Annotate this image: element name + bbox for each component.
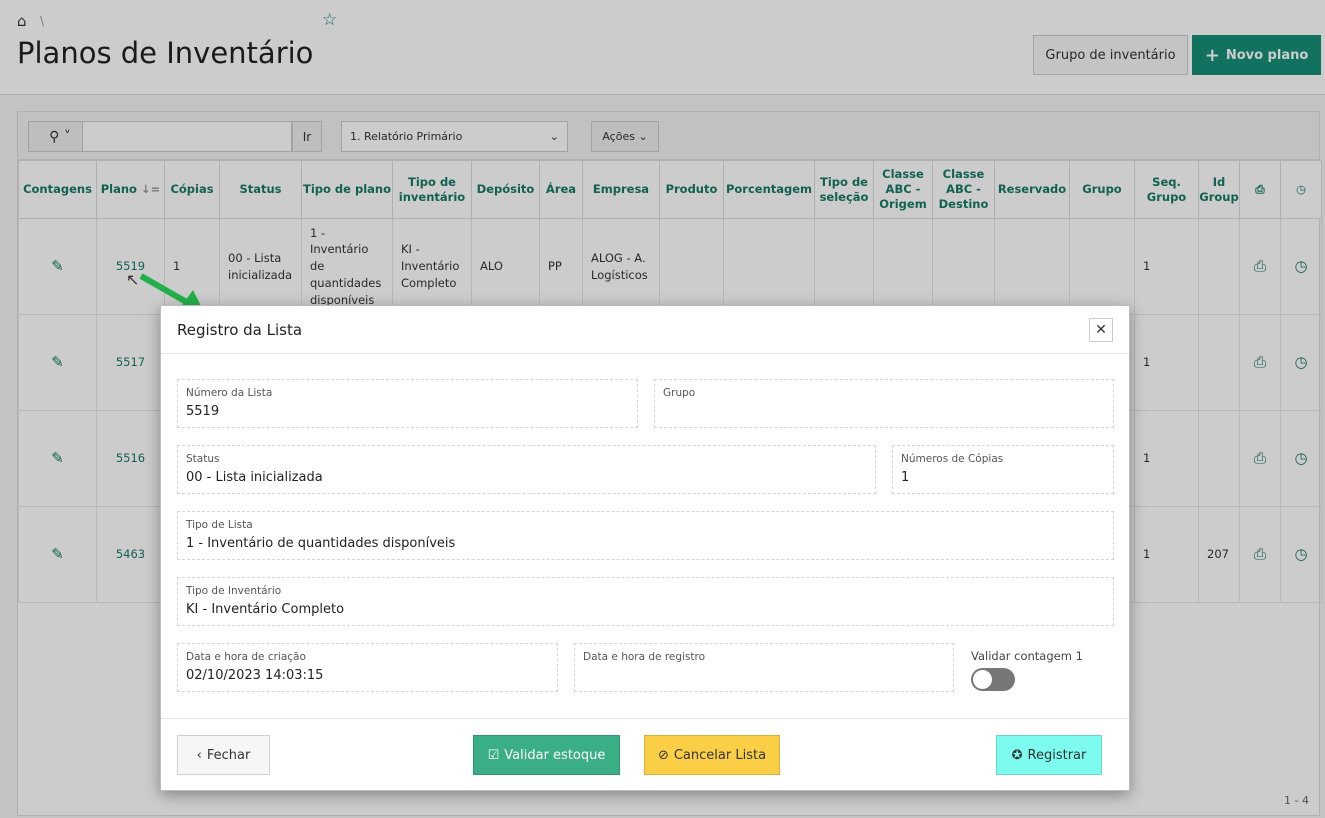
- validate-count-label: Validar contagem 1: [971, 649, 1083, 663]
- status-field[interactable]: Status 00 - Lista inicializada: [177, 445, 876, 494]
- list-type-field[interactable]: Tipo de Lista 1 - Inventário de quantidad…: [177, 511, 1114, 560]
- close-label: Fechar: [206, 747, 251, 763]
- checkbox-icon: ☑: [487, 747, 500, 763]
- validate-stock-button[interactable]: ☑ Validar estoque: [473, 735, 620, 775]
- list-number-field[interactable]: Número da Lista 5519: [177, 379, 638, 428]
- field-label: Número da Lista: [186, 387, 273, 399]
- field-value: 00 - Lista inicializada: [186, 470, 323, 485]
- field-label: Tipo de Inventário: [186, 585, 282, 597]
- close-button[interactable]: ‹ Fechar: [177, 735, 270, 775]
- field-value: KI - Inventário Completo: [186, 602, 345, 617]
- field-label: Grupo: [663, 387, 696, 399]
- register-button[interactable]: ✪ Registrar: [996, 735, 1102, 775]
- validate-label: Validar estoque: [504, 747, 606, 763]
- field-value: 5519: [186, 404, 220, 419]
- field-label: Data e hora de registro: [583, 651, 706, 663]
- dialog-title: Registro da Lista: [177, 320, 303, 339]
- dialog-footer-divider: [161, 718, 1129, 719]
- badge-check-icon: ✪: [1011, 747, 1023, 763]
- group-field[interactable]: Grupo: [654, 379, 1114, 428]
- register-date-field[interactable]: Data e hora de registro: [574, 643, 954, 692]
- ban-icon: ⊘: [657, 747, 669, 763]
- register-list-dialog: Registro da Lista ✕ Número da Lista 5519 …: [160, 305, 1130, 791]
- register-label: Registrar: [1027, 747, 1087, 763]
- chevron-left-icon: ‹: [196, 747, 202, 763]
- field-value: 02/10/2023 14:03:15: [186, 668, 324, 683]
- field-label: Tipo de Lista: [186, 519, 253, 531]
- inventory-type-field[interactable]: Tipo de Inventário KI - Inventário Comple…: [177, 577, 1114, 626]
- creation-date-field[interactable]: Data e hora de criação 02/10/2023 14:03:1…: [177, 643, 558, 692]
- field-value: 1 - Inventário de quantidades disponívei…: [186, 536, 456, 551]
- cancel-label: Cancelar Lista: [673, 747, 767, 763]
- mouse-cursor-icon: ↖: [126, 270, 140, 289]
- cancel-list-button[interactable]: ⊘ Cancelar Lista: [644, 735, 780, 775]
- field-label: Data e hora de criação: [186, 651, 306, 663]
- copies-field[interactable]: Números de Cópias 1: [892, 445, 1114, 494]
- field-label: Status: [186, 453, 220, 465]
- validate-count-toggle[interactable]: [971, 668, 1015, 691]
- field-value: 1: [901, 470, 910, 485]
- field-label: Números de Cópias: [901, 453, 1004, 465]
- dialog-header: Registro da Lista ✕: [161, 306, 1129, 354]
- close-icon[interactable]: ✕: [1089, 317, 1113, 342]
